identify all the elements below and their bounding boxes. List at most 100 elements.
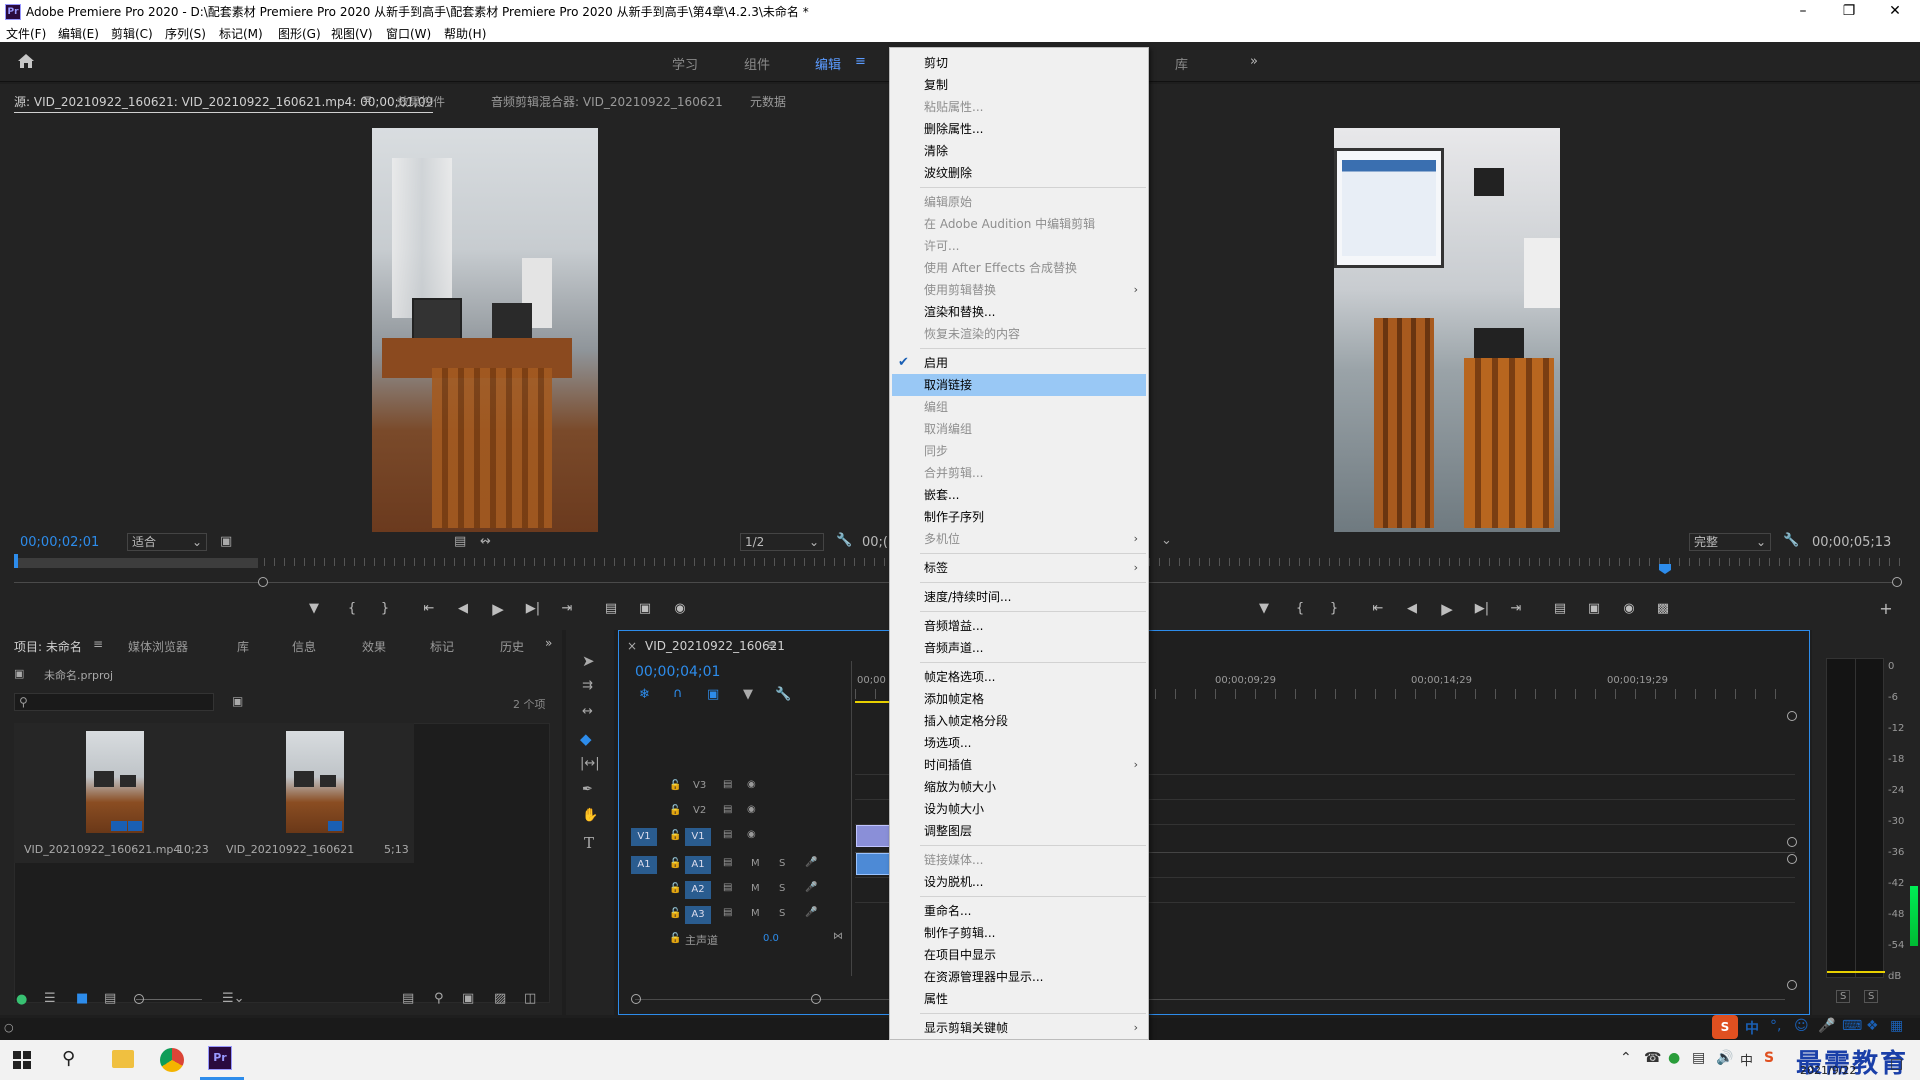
solo-right-button[interactable]: S [1864, 990, 1879, 1003]
ime-menu-icon[interactable]: ▦ [1890, 1018, 1903, 1034]
panel-overflow-icon[interactable]: » [545, 636, 552, 650]
tray-expand-icon[interactable]: ⌃ [1620, 1050, 1632, 1066]
eye-icon[interactable]: ◉ [747, 804, 756, 815]
wrench-icon[interactable]: 🔧 [1783, 533, 1799, 548]
program-playhead[interactable] [1659, 564, 1671, 574]
track-label[interactable]: A3 [685, 906, 711, 924]
microphone-icon[interactable]: 🎤 [805, 882, 817, 893]
track-select-tool-icon[interactable]: ⇉ [582, 678, 593, 693]
lock-icon[interactable]: 🔓 [669, 933, 681, 944]
add-marker-icon[interactable]: ▼ [1253, 599, 1275, 619]
close-sequence-icon[interactable]: × [627, 639, 637, 653]
context-menu-item[interactable]: 复制 [890, 74, 1148, 96]
video-clip[interactable] [856, 825, 890, 847]
source-timecode[interactable]: 00;00;02;01 [20, 535, 99, 550]
insert-icon[interactable]: ▤ [600, 599, 622, 619]
context-menu-item[interactable]: 设为帧大小 [890, 798, 1148, 820]
source-patch-a1[interactable]: A1 [631, 856, 657, 874]
tab-audio-clip-mixer[interactable]: 音频剪辑混合器: VID_20210922_160621 [491, 93, 723, 110]
sync-lock-icon[interactable]: ▤ [723, 804, 732, 815]
context-menu-item[interactable]: 显示剪辑关键帧 › [890, 1017, 1148, 1039]
add-marker-icon[interactable]: ▼ [743, 687, 753, 702]
workspace-learn[interactable]: 学习 [672, 54, 698, 73]
mute-button[interactable]: M [751, 883, 760, 894]
sync-lock-icon[interactable]: ▤ [723, 882, 732, 893]
go-to-in-icon[interactable]: ⇤ [418, 599, 440, 619]
context-menu-item[interactable]: 帧定格选项... [890, 666, 1148, 688]
context-menu-item[interactable]: 启用 ✔ [890, 352, 1148, 374]
lock-icon[interactable]: 🔓 [669, 858, 681, 869]
extract-icon[interactable]: ▣ [1583, 599, 1605, 619]
tray-sogou-icon[interactable]: S [1764, 1050, 1774, 1066]
pen-tool-icon[interactable]: ✒ [582, 782, 593, 797]
go-to-out-icon[interactable]: ⇥ [556, 599, 578, 619]
program-quality-select[interactable]: 完整 ⌄ [1689, 533, 1771, 551]
settings-small-icon[interactable]: ▣ [220, 534, 232, 549]
overwrite-icon[interactable]: ▣ [634, 599, 656, 619]
eye-icon[interactable]: ◉ [747, 779, 756, 790]
tab-sequence[interactable]: VID_20210922_160621 [645, 639, 785, 653]
freeform-view-icon[interactable]: ▤ [104, 991, 116, 1006]
context-menu-item[interactable]: 时间插值 › [890, 754, 1148, 776]
timeline-zoom-bar[interactable] [635, 999, 1785, 1000]
context-menu-item[interactable]: 取消链接 [892, 374, 1146, 396]
network-icon[interactable]: ▤ [1692, 1050, 1705, 1066]
context-menu-item[interactable]: 在项目中显示 [890, 944, 1148, 966]
chrome-icon[interactable] [160, 1048, 184, 1072]
mark-in-icon[interactable]: { [1289, 599, 1311, 619]
context-menu-item[interactable]: 音频增益... [890, 615, 1148, 637]
add-marker-icon[interactable]: ▼ [303, 599, 325, 619]
automate-to-sequence-icon[interactable]: ▤ [402, 991, 414, 1006]
solo-left-button[interactable]: S [1836, 990, 1851, 1003]
sync-lock-icon[interactable]: ▤ [723, 779, 732, 790]
trash-icon[interactable]: ◫ [524, 991, 536, 1006]
context-menu-item[interactable]: 在资源管理器中显示... [890, 966, 1148, 988]
step-back-icon[interactable]: ◀ [452, 599, 474, 619]
lock-icon[interactable]: 🔓 [669, 883, 681, 894]
sogou-ime-icon[interactable]: S [1712, 1015, 1738, 1039]
step-forward-icon[interactable]: ▶| [1471, 599, 1493, 619]
ime-keyboard-icon[interactable]: ⌨ [1842, 1018, 1862, 1034]
ime-skin-icon[interactable]: ❖ [1866, 1018, 1879, 1034]
drag-video-icon[interactable]: ▤ [454, 534, 466, 549]
context-menu-item[interactable]: 波纹删除 [890, 162, 1148, 184]
context-menu-item[interactable]: 速度/持续时间... [890, 586, 1148, 608]
context-menu-item[interactable]: 添加帧定格 [890, 688, 1148, 710]
menu-graphics[interactable]: 图形(G) [278, 25, 321, 42]
search-icon[interactable]: ⚲ [62, 1048, 75, 1069]
workspace-libraries[interactable]: 库 [1175, 54, 1188, 73]
context-menu-item[interactable]: 嵌套... [890, 484, 1148, 506]
audio-clip[interactable] [856, 853, 890, 875]
step-back-icon[interactable]: ◀ [1401, 599, 1423, 619]
tab-media-browser[interactable]: 媒体浏览器 [128, 638, 188, 655]
ripple-edit-tool-icon[interactable]: ↔ [582, 704, 593, 719]
add-button-icon[interactable]: + [1875, 599, 1897, 619]
context-menu-item[interactable]: 插入帧定格分段 [890, 710, 1148, 732]
solo-button[interactable]: S [779, 908, 785, 919]
go-to-in-icon[interactable]: ⇤ [1367, 599, 1389, 619]
lock-icon[interactable]: 🔓 [669, 805, 681, 816]
context-menu-item[interactable]: 设为脱机... [890, 871, 1148, 893]
step-forward-icon[interactable]: ▶| [522, 599, 544, 619]
program-time-ruler[interactable] [1149, 558, 1909, 566]
zoom-bar-handle[interactable] [1892, 577, 1902, 587]
timeline-settings-icon[interactable]: 🔧 [775, 687, 791, 702]
wrench-icon[interactable]: 🔧 [836, 533, 852, 548]
source-playhead[interactable] [14, 554, 18, 568]
linked-selection-icon[interactable]: ▣ [707, 687, 719, 702]
workspace-overflow-icon[interactable]: » [1250, 54, 1258, 69]
ime-punctuation-icon[interactable]: °, [1770, 1018, 1781, 1034]
new-item-icon[interactable]: ▨ [494, 991, 506, 1006]
windows-start-icon[interactable] [12, 1050, 32, 1070]
tab-project[interactable]: 项目: 未命名 [14, 638, 82, 655]
lock-icon[interactable]: 🔓 [669, 780, 681, 791]
new-bin-icon[interactable]: ▣ [462, 991, 474, 1006]
tray-app-icon[interactable]: ● [1668, 1050, 1680, 1066]
mute-button[interactable]: M [751, 908, 760, 919]
tray-ime-icon[interactable]: 中 [1740, 1050, 1753, 1069]
mute-button[interactable]: M [751, 858, 760, 869]
source-resolution-select[interactable]: 1/2 ⌄ [740, 533, 824, 551]
lift-icon[interactable]: ▤ [1549, 599, 1571, 619]
solo-button[interactable]: S [779, 883, 785, 894]
sync-lock-icon[interactable]: ▤ [723, 829, 732, 840]
